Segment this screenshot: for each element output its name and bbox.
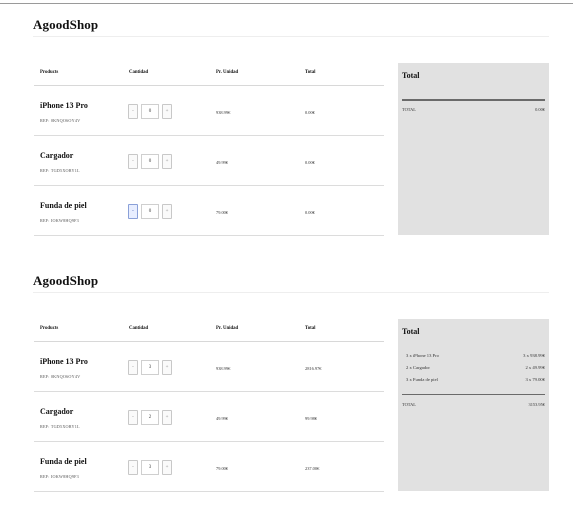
summary-total-value: 3153.95€ (528, 402, 545, 407)
quantity-stepper: - 3 + (128, 460, 173, 475)
shop-brand: AgoodShop (33, 17, 99, 32)
quantity-input[interactable]: 0 (141, 204, 159, 219)
shop-section-1: AgoodShop Products Cantidad Pr. Unidad T… (0, 0, 573, 245)
product-name: Cargador (40, 407, 74, 416)
product-ref: REF: 0KNQO6OY4V (40, 374, 81, 379)
summary-total-label: TOTAL (402, 402, 416, 407)
decrement-button[interactable]: - (128, 410, 138, 425)
product-ref: REF: 0KNQO6OY4V (40, 118, 81, 123)
summary-item-value: 3 x 79.00€ (525, 377, 545, 382)
line-total: 0.00€ (305, 210, 315, 215)
table-row: Funda de piel REF: IOKW8HQ9F3 - 0 + 79.0… (34, 186, 384, 236)
increment-button[interactable]: + (162, 204, 172, 219)
summary-divider (402, 394, 545, 395)
order-summary: Total TOTAL 0.00€ (398, 63, 549, 235)
table-row: iPhone 13 Pro REF: 0KNQO6OY4V - 0 + 938.… (34, 86, 384, 136)
cart-table: Products Cantidad Pr. Unidad Total iPhon… (34, 61, 384, 236)
line-total: 99.98€ (305, 416, 318, 421)
unit-price: 938.99€ (216, 366, 231, 371)
cart-table: Products Cantidad Pr. Unidad Total iPhon… (34, 317, 384, 492)
unit-price: 79.00€ (216, 210, 229, 215)
col-unit-price: Pr. Unidad (216, 70, 239, 75)
quantity-stepper: - 0 + (128, 204, 173, 219)
product-ref: REF: TGD5XORY1L (40, 168, 80, 173)
quantity-input[interactable]: 0 (141, 154, 159, 169)
quantity-stepper: - 0 + (128, 104, 173, 119)
col-total: Total (305, 326, 316, 331)
product-ref: REF: IOKW8HQ9F3 (40, 474, 79, 479)
summary-item-label: 3 x Funda de piel (406, 377, 438, 382)
summary-total-value: 0.00€ (535, 107, 545, 112)
col-quantity: Cantidad (129, 70, 149, 75)
col-total: Total (305, 70, 316, 75)
summary-title: Total (402, 327, 420, 336)
product-name: Cargador (40, 151, 74, 160)
unit-price: 49.99€ (216, 160, 229, 165)
line-total: 237.00€ (305, 466, 320, 471)
increment-button[interactable]: + (162, 360, 172, 375)
quantity-input[interactable]: 0 (141, 104, 159, 119)
brand-divider (33, 292, 549, 293)
table-row: Funda de piel REF: IOKW8HQ9F3 - 3 + 79.0… (34, 442, 384, 492)
summary-total-label: TOTAL (402, 107, 416, 112)
col-products: Products (40, 70, 59, 75)
quantity-input[interactable]: 3 (141, 460, 159, 475)
product-name: Funda de piel (40, 457, 87, 466)
product-ref: REF: IOKW8HQ9F3 (40, 218, 79, 223)
summary-divider (402, 99, 545, 101)
quantity-stepper: - 0 + (128, 154, 173, 169)
shop-section-2: AgoodShop Products Cantidad Pr. Unidad T… (0, 256, 573, 501)
shop-brand: AgoodShop (33, 273, 99, 288)
increment-button[interactable]: + (162, 154, 172, 169)
product-name: iPhone 13 Pro (40, 101, 88, 110)
brand-divider (33, 36, 549, 37)
line-total: 2816.97€ (305, 366, 322, 371)
quantity-stepper: - 3 + (128, 360, 173, 375)
table-row: iPhone 13 Pro REF: 0KNQO6OY4V - 3 + 938.… (34, 342, 384, 392)
unit-price: 938.99€ (216, 110, 231, 115)
increment-button[interactable]: + (162, 460, 172, 475)
summary-item-value: 2 x 49.99€ (525, 365, 545, 370)
col-unit-price: Pr. Unidad (216, 326, 239, 331)
unit-price: 49.99€ (216, 416, 229, 421)
table-row: Cargador REF: TGD5XORY1L - 0 + 49.99€ 0.… (34, 136, 384, 186)
unit-price: 79.00€ (216, 466, 229, 471)
product-name: iPhone 13 Pro (40, 357, 88, 366)
decrement-button[interactable]: - (128, 360, 138, 375)
decrement-button[interactable]: - (128, 204, 138, 219)
summary-item-label: 2 x Cargador (406, 365, 430, 370)
table-header: Products Cantidad Pr. Unidad Total (34, 317, 384, 342)
decrement-button[interactable]: - (128, 460, 138, 475)
order-summary: Total 3 x iPhone 13 Pro 3 x 938.99€ 2 x … (398, 319, 549, 491)
summary-item-label: 3 x iPhone 13 Pro (406, 353, 439, 358)
decrement-button[interactable]: - (128, 154, 138, 169)
quantity-input[interactable]: 3 (141, 360, 159, 375)
product-ref: REF: TGD5XORY1L (40, 424, 80, 429)
increment-button[interactable]: + (162, 104, 172, 119)
quantity-input[interactable]: 2 (141, 410, 159, 425)
summary-item-value: 3 x 938.99€ (523, 353, 545, 358)
col-products: Products (40, 326, 59, 331)
decrement-button[interactable]: - (128, 104, 138, 119)
product-name: Funda de piel (40, 201, 87, 210)
increment-button[interactable]: + (162, 410, 172, 425)
quantity-stepper: - 2 + (128, 410, 173, 425)
line-total: 0.00€ (305, 160, 315, 165)
summary-title: Total (402, 71, 420, 80)
table-row: Cargador REF: TGD5XORY1L - 2 + 49.99€ 99… (34, 392, 384, 442)
line-total: 0.00€ (305, 110, 315, 115)
table-header: Products Cantidad Pr. Unidad Total (34, 61, 384, 86)
col-quantity: Cantidad (129, 326, 149, 331)
